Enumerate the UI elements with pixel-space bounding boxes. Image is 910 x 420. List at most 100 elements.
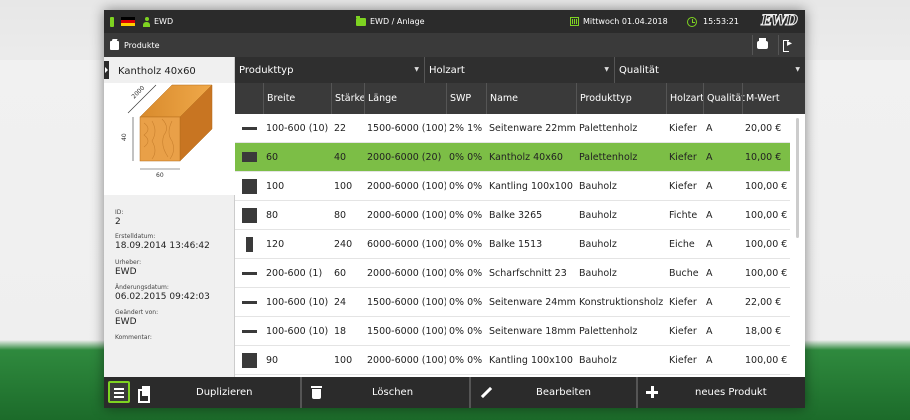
column-header-holzart[interactable]: Holzart [666, 83, 704, 114]
info-author-label: Urheber: [115, 259, 142, 266]
status-location: EWD / Anlage [356, 10, 425, 33]
info-created-label: Erstelldatum: [115, 233, 156, 240]
cell-holzart: Fichte [669, 210, 698, 221]
cell-holzart: Buche [669, 268, 699, 279]
cell-produkttyp: Bauholz [579, 268, 617, 279]
column-header-breite[interactable]: Breite [263, 83, 331, 114]
table-row[interactable]: 90 100 2000-6000 (100) 0% 0% Kantling 100x10… [235, 346, 805, 375]
cell-name: Kantling 100x100 [489, 181, 573, 192]
column-header-swp[interactable]: SWP [446, 83, 486, 114]
user-icon [143, 16, 150, 27]
info-id-label: ID: [115, 209, 124, 216]
info-id-value: 2 [115, 217, 121, 227]
cell-swp: 2% 1% [449, 123, 483, 134]
status-time: 15:53:21 [687, 10, 739, 33]
cross-section-icon [241, 300, 257, 304]
cell-swp: 0% 0% [449, 181, 483, 192]
pencil-icon [480, 386, 493, 399]
column-header-name[interactable]: Name [486, 83, 576, 114]
product-table-body: 100-600 (10) 22 1500-6000 (100) 2% 1% Seiten… [235, 114, 805, 377]
collapse-panel-icon[interactable] [104, 61, 109, 79]
app-window: EWD EWD / Anlage Mittwoch 01.04.2018 15:… [104, 10, 805, 408]
print-button[interactable] [752, 35, 772, 55]
table-row[interactable]: 80 80 2000-6000 (100) 0% 0% Balke 3265 Bauhol… [235, 201, 805, 230]
info-modified-by-value: EWD [115, 317, 137, 327]
delete-button[interactable]: Löschen [302, 377, 469, 408]
table-row[interactable]: 100-600 (10) 18 1500-6000 (100) 0% 0% Seiten… [235, 317, 805, 346]
cell-staerke: 100 [334, 181, 353, 192]
duplicate-button[interactable]: Duplizieren [134, 377, 300, 408]
column-header-mwert[interactable]: M-Wert [742, 83, 790, 114]
filter-produkttyp[interactable]: Produkttyp ▼ [235, 57, 425, 83]
status-bar: EWD EWD / Anlage Mittwoch 01.04.2018 15:… [104, 10, 805, 33]
column-header-produkttyp[interactable]: Produkttyp [576, 83, 666, 114]
cell-mwert: 100,00 € [745, 181, 788, 192]
cell-holzart: Kiefer [669, 297, 697, 308]
logout-button[interactable] [778, 35, 798, 55]
cell-breite: 100-600 (10) [266, 297, 329, 308]
cell-produkttyp: Palettenholz [579, 152, 638, 163]
table-row-selected[interactable]: 60 40 2000-6000 (20) 0% 0% Kantholz 40x60 Pal… [235, 143, 805, 172]
cell-qualitaet: A [706, 210, 713, 221]
info-modified-by-label: Geändert von: [115, 309, 159, 316]
user-name: EWD [154, 17, 174, 26]
cell-qualitaet: A [706, 326, 713, 337]
filter-holzart[interactable]: Holzart ▼ [425, 57, 615, 83]
cell-laenge: 1500-6000 (100) [367, 297, 446, 308]
chevron-down-icon: ▼ [795, 66, 800, 73]
cell-mwert: 10,00 € [745, 152, 782, 163]
cell-swp: 0% 0% [449, 239, 483, 250]
cell-qualitaet: A [706, 123, 713, 134]
cell-name: Kantholz 40x60 [489, 152, 563, 163]
ewd-logo: EWD [761, 13, 799, 30]
table-row[interactable]: 120 240 6000-6000 (100) 0% 0% Balke 1513 Bauh… [235, 230, 805, 259]
cell-qualitaet: A [706, 268, 713, 279]
cell-produkttyp: Bauholz [579, 239, 617, 250]
column-header-qualitaet[interactable]: Qualität [703, 83, 745, 114]
cell-qualitaet: A [706, 297, 713, 308]
scrollbar-thumb[interactable] [796, 118, 799, 238]
cell-name: Scharfschnitt 23 [489, 268, 567, 279]
table-row[interactable]: 100 100 2000-6000 (100) 0% 0% Kantling 100x1… [235, 172, 805, 201]
table-row[interactable]: 100-600 (10) 24 1500-6000 (100) 0% 0% Seiten… [235, 288, 805, 317]
cell-produkttyp: Palettenholz [579, 326, 638, 337]
column-header-staerke[interactable]: Stärke [331, 83, 366, 114]
table-row[interactable]: 100-600 (10) 22 1500-6000 (100) 2% 1% Seiten… [235, 114, 805, 143]
edit-label: Bearbeiten [536, 387, 591, 398]
battery-icon [110, 16, 114, 27]
cross-section-icon [241, 352, 257, 368]
trash-icon [311, 386, 322, 399]
filter-holzart-label: Holzart [429, 64, 465, 76]
calendar-icon [570, 17, 579, 26]
german-flag-icon[interactable] [121, 17, 135, 26]
cross-section-icon [245, 236, 253, 252]
info-author-value: EWD [115, 267, 137, 277]
cell-laenge: 1500-6000 (100) [367, 326, 446, 337]
cell-breite: 100-600 (10) [266, 123, 329, 134]
cross-section-icon [241, 126, 257, 130]
cell-holzart: Kiefer [669, 123, 697, 134]
table-scrollbar[interactable] [790, 114, 805, 377]
cell-staerke: 18 [334, 326, 347, 337]
cell-staerke: 240 [334, 239, 353, 250]
cross-section-icon [241, 271, 257, 275]
cell-qualitaet: A [706, 181, 713, 192]
cell-name: Seitenware 22mm [489, 123, 576, 134]
cell-swp: 0% 0% [449, 268, 483, 279]
new-product-button[interactable]: neues Produkt [638, 377, 805, 408]
info-comment: Kommentar: [115, 334, 152, 342]
info-modified-label: Änderungsdatum: [115, 284, 169, 291]
column-header-shape [235, 83, 263, 114]
date-label: Mittwoch 01.04.2018 [583, 17, 668, 26]
new-product-label: neues Produkt [695, 387, 767, 398]
product-drawing: 2000 40 60 [104, 83, 235, 195]
column-header-laenge[interactable]: Länge [364, 83, 446, 114]
menu-button[interactable] [108, 381, 130, 403]
cell-swp: 0% 0% [449, 152, 483, 163]
cell-breite: 120 [266, 239, 285, 250]
delete-label: Löschen [372, 387, 414, 398]
length-dimension-label: 2000 [130, 85, 146, 101]
filter-qualitaet[interactable]: Qualität ▼ [615, 57, 805, 83]
edit-button[interactable]: Bearbeiten [471, 377, 636, 408]
table-row[interactable]: 200-600 (1) 60 2000-6000 (100) 0% 0% Scharfs… [235, 259, 805, 288]
